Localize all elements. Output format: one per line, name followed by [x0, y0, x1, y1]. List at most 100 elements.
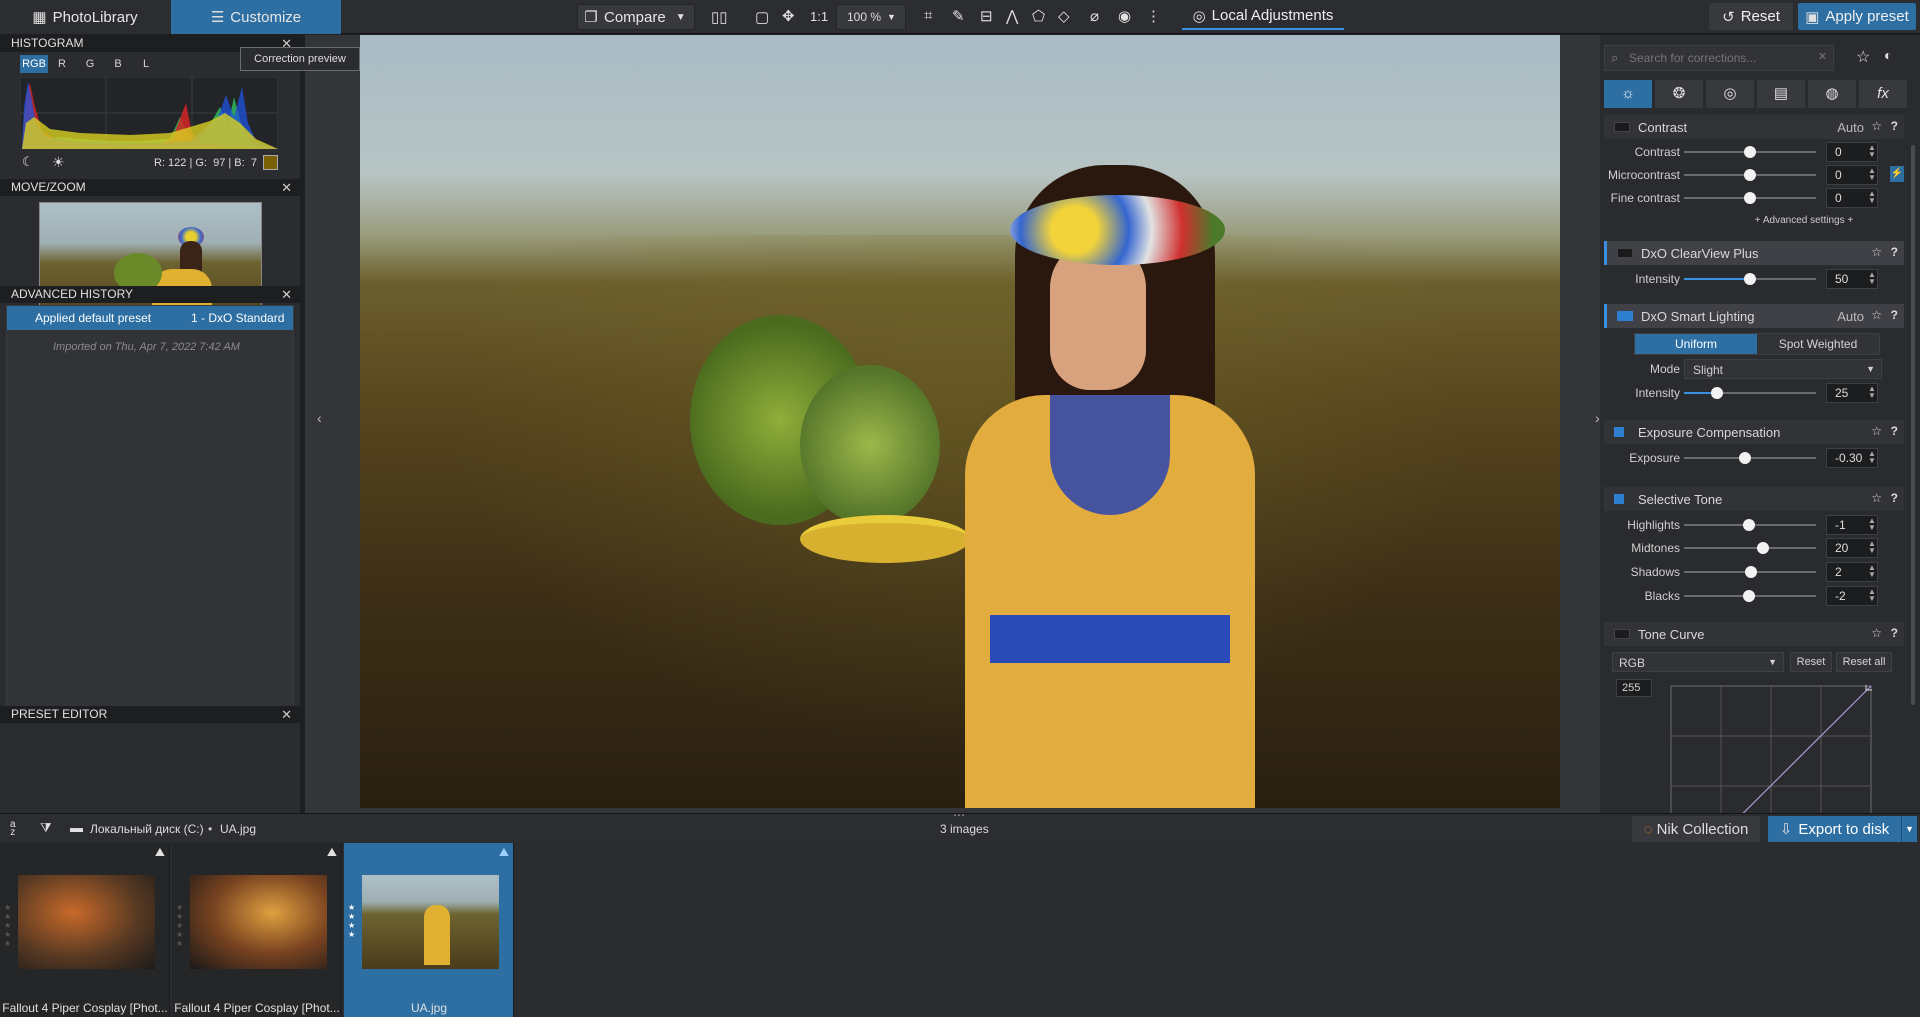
smartlighting-auto-button[interactable]: Auto — [1837, 309, 1864, 324]
sun-icon[interactable]: ☀ — [52, 154, 65, 171]
moire-icon[interactable]: ⋮ — [1146, 7, 1161, 25]
zoom-select[interactable]: 100 % ▼ — [836, 4, 906, 30]
close-icon[interactable]: ✕ — [281, 706, 292, 723]
stepper-icon[interactable]: ▲ ▼ — [1868, 385, 1876, 400]
spot-weighted-button[interactable]: Spot Weighted — [1757, 334, 1879, 354]
filmstrip-thumb-selected[interactable]: ⛰ ★ ★ ★ ★ UA.jpg — [344, 843, 514, 1017]
smartlighting-enable-toggle[interactable] — [1617, 311, 1633, 321]
clear-search-icon[interactable]: ✕ — [1818, 50, 1827, 63]
shadows-slider[interactable] — [1684, 566, 1816, 578]
auto-wand-icon[interactable]: ⚡ — [1890, 166, 1904, 182]
midtones-slider[interactable] — [1684, 542, 1816, 554]
nik-collection-button[interactable]: ◌ Nik Collection — [1632, 816, 1760, 842]
contrast-slider[interactable] — [1684, 146, 1816, 158]
fit-screen-icon[interactable]: ▢ — [755, 8, 769, 26]
red-eye-icon[interactable]: ◉ — [1118, 7, 1131, 25]
reset-button[interactable]: ↺ Reset — [1709, 3, 1793, 30]
move-icon[interactable]: ✥ — [782, 7, 795, 25]
filter-icon[interactable]: ⧩ — [40, 820, 52, 836]
eyedropper-icon[interactable]: ✎ — [952, 7, 965, 25]
smartlighting-intensity-slider[interactable] — [1684, 387, 1816, 399]
stepper-icon[interactable]: ▲ ▼ — [1868, 517, 1876, 532]
tab-color-icon[interactable]: ❂ — [1655, 80, 1703, 108]
slider-knob[interactable] — [1744, 169, 1756, 181]
stepper-icon[interactable]: ▲ ▼ — [1868, 540, 1876, 555]
tab-geometry-icon[interactable]: ▤ — [1757, 80, 1805, 108]
blacks-slider[interactable] — [1684, 590, 1816, 602]
sort-icon[interactable]: az — [10, 820, 16, 838]
help-icon[interactable]: ? — [1891, 245, 1898, 259]
eye-toggle-icon[interactable]: ◐ — [1884, 47, 1892, 63]
split-view-icon[interactable]: ▯▯ — [711, 8, 728, 26]
contrast-auto-button[interactable]: Auto — [1837, 120, 1864, 135]
fine-contrast-slider[interactable] — [1684, 192, 1816, 204]
tonecurve-channel-select[interactable]: RGB ▼ — [1612, 652, 1784, 672]
moon-icon[interactable]: ☾ — [22, 154, 34, 170]
channel-tab-r[interactable]: R — [48, 55, 76, 73]
chevron-down-icon[interactable]: ▼ — [670, 12, 692, 23]
compare-button[interactable]: ❐ Compare ▼ — [577, 4, 695, 30]
rating-stars[interactable]: ★ ★ ★ ★ — [348, 903, 355, 939]
tab-watermark-icon[interactable]: ◍ — [1808, 80, 1856, 108]
export-options-button[interactable]: ▼ — [1901, 816, 1917, 842]
exposure-enable-toggle[interactable] — [1614, 427, 1624, 437]
tab-customize[interactable]: ☰ Customize — [171, 0, 341, 34]
channel-tab-b[interactable]: B — [104, 55, 132, 73]
slider-knob[interactable] — [1757, 542, 1770, 554]
exposure-slider[interactable] — [1684, 452, 1816, 464]
help-icon[interactable]: ? — [1891, 119, 1898, 133]
selectivetone-section-header[interactable]: Selective Tone ☆ ? — [1604, 487, 1904, 511]
main-photo[interactable] — [360, 35, 1560, 808]
star-icon[interactable]: ☆ — [1871, 626, 1882, 640]
stepper-icon[interactable]: ▲ ▼ — [1868, 588, 1876, 603]
contrast-section-header[interactable]: Contrast Auto ☆ ? — [1604, 115, 1904, 139]
star-icon[interactable]: ☆ — [1871, 308, 1882, 322]
slider-knob[interactable] — [1711, 387, 1723, 399]
resize-handle-icon[interactable]: ⋯ — [953, 808, 965, 822]
help-icon[interactable]: ? — [1891, 308, 1898, 322]
help-icon[interactable]: ? — [1891, 626, 1898, 640]
slider-knob[interactable] — [1744, 146, 1756, 158]
clearview-enable-toggle[interactable] — [1617, 248, 1633, 258]
slider-knob[interactable] — [1745, 566, 1758, 578]
path-file[interactable]: UA.jpg — [220, 822, 256, 836]
star-icon[interactable]: ☆ — [1871, 119, 1882, 133]
advanced-settings-link[interactable]: + Advanced settings + — [1704, 215, 1904, 226]
export-to-disk-button[interactable]: ⇩ Export to disk — [1768, 816, 1901, 842]
help-icon[interactable]: ? — [1891, 491, 1898, 505]
stepper-icon[interactable]: ▲ ▼ — [1868, 564, 1876, 579]
slider-knob[interactable] — [1742, 590, 1755, 602]
perspective-rect-icon[interactable]: ⬠ — [1032, 7, 1045, 25]
repair-icon[interactable]: ⌀ — [1090, 7, 1099, 25]
microcontrast-slider[interactable] — [1684, 169, 1816, 181]
channel-tab-rgb[interactable]: RGB — [20, 55, 48, 73]
selectivetone-enable-toggle[interactable] — [1614, 494, 1624, 504]
stepper-icon[interactable]: ▲ ▼ — [1868, 450, 1876, 465]
tab-effects-icon[interactable]: fx — [1859, 80, 1907, 108]
apply-preset-button[interactable]: ▣ Apply preset — [1798, 3, 1916, 30]
history-entry[interactable]: Applied default preset 1 - DxO Standard — [7, 306, 293, 330]
star-icon[interactable]: ☆ — [1856, 47, 1870, 67]
tab-detail-icon[interactable]: ◎ — [1706, 80, 1754, 108]
star-icon[interactable]: ☆ — [1871, 245, 1882, 259]
slider-knob[interactable] — [1744, 192, 1756, 204]
horizon-icon[interactable]: ⊟ — [980, 7, 993, 25]
close-icon[interactable]: ✕ — [281, 179, 292, 196]
right-scrollbar[interactable] — [1908, 105, 1918, 805]
crop-icon[interactable]: ⌗ — [924, 7, 932, 24]
star-icon[interactable]: ☆ — [1871, 424, 1882, 438]
rating-stars[interactable]: ★ ★ ★ ★ ★ — [4, 903, 11, 948]
clearview-section-header[interactable]: DxO ClearView Plus ☆ ? — [1604, 241, 1904, 265]
stepper-icon[interactable]: ▲ ▼ — [1868, 144, 1876, 159]
filmstrip-thumb[interactable]: ⛰ ★ ★ ★ ★ ★ Fallout 4 Piper Cosplay [Phot... — [172, 843, 342, 1017]
stepper-icon[interactable]: ▲ ▼ — [1868, 167, 1876, 182]
collapse-left-icon[interactable]: ‹ — [317, 410, 322, 426]
stepper-icon[interactable]: ▲ ▼ — [1868, 190, 1876, 205]
collapse-right-icon[interactable]: › — [1595, 410, 1600, 426]
exposure-section-header[interactable]: Exposure Compensation ☆ ? — [1604, 420, 1904, 444]
tonecurve-section-header[interactable]: Tone Curve ☆ ? — [1604, 622, 1904, 646]
help-icon[interactable]: ? — [1891, 424, 1898, 438]
uniform-button[interactable]: Uniform — [1635, 334, 1757, 354]
zoom-1to1-button[interactable]: 1:1 — [810, 9, 828, 24]
tonecurve-enable-toggle[interactable] — [1614, 629, 1630, 639]
